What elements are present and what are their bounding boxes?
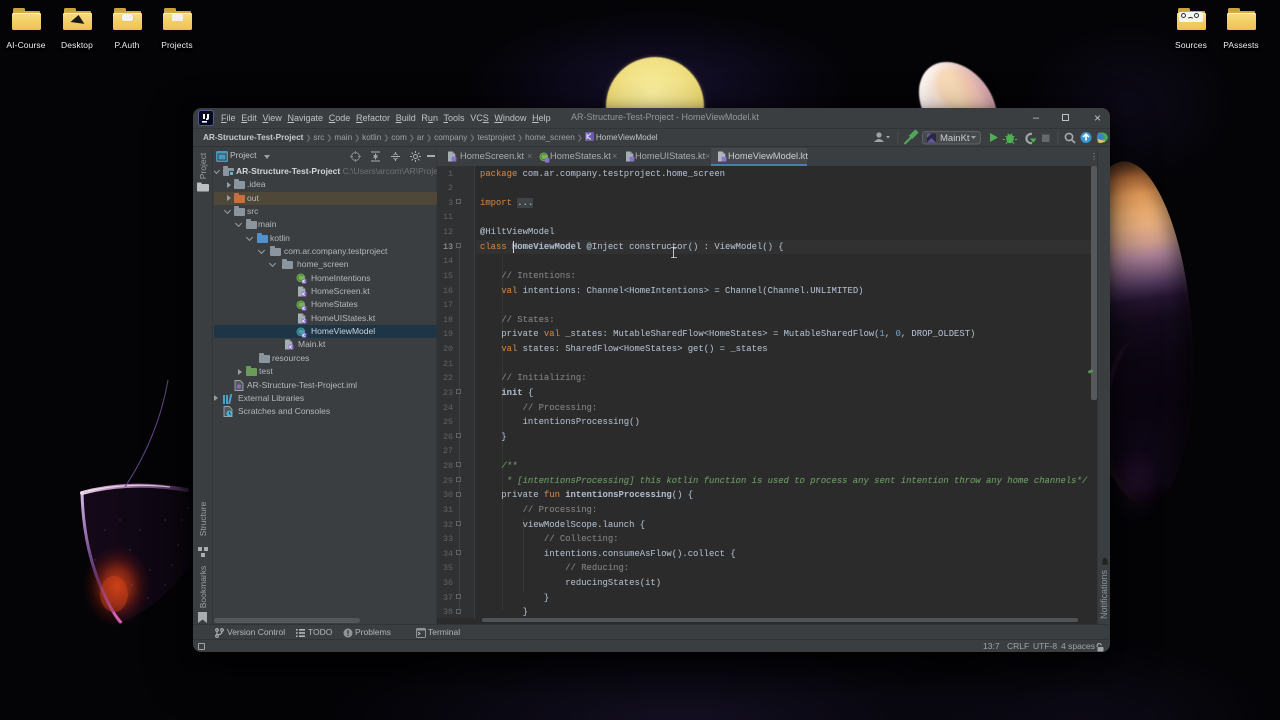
svg-text:MainKt: MainKt	[940, 133, 970, 144]
